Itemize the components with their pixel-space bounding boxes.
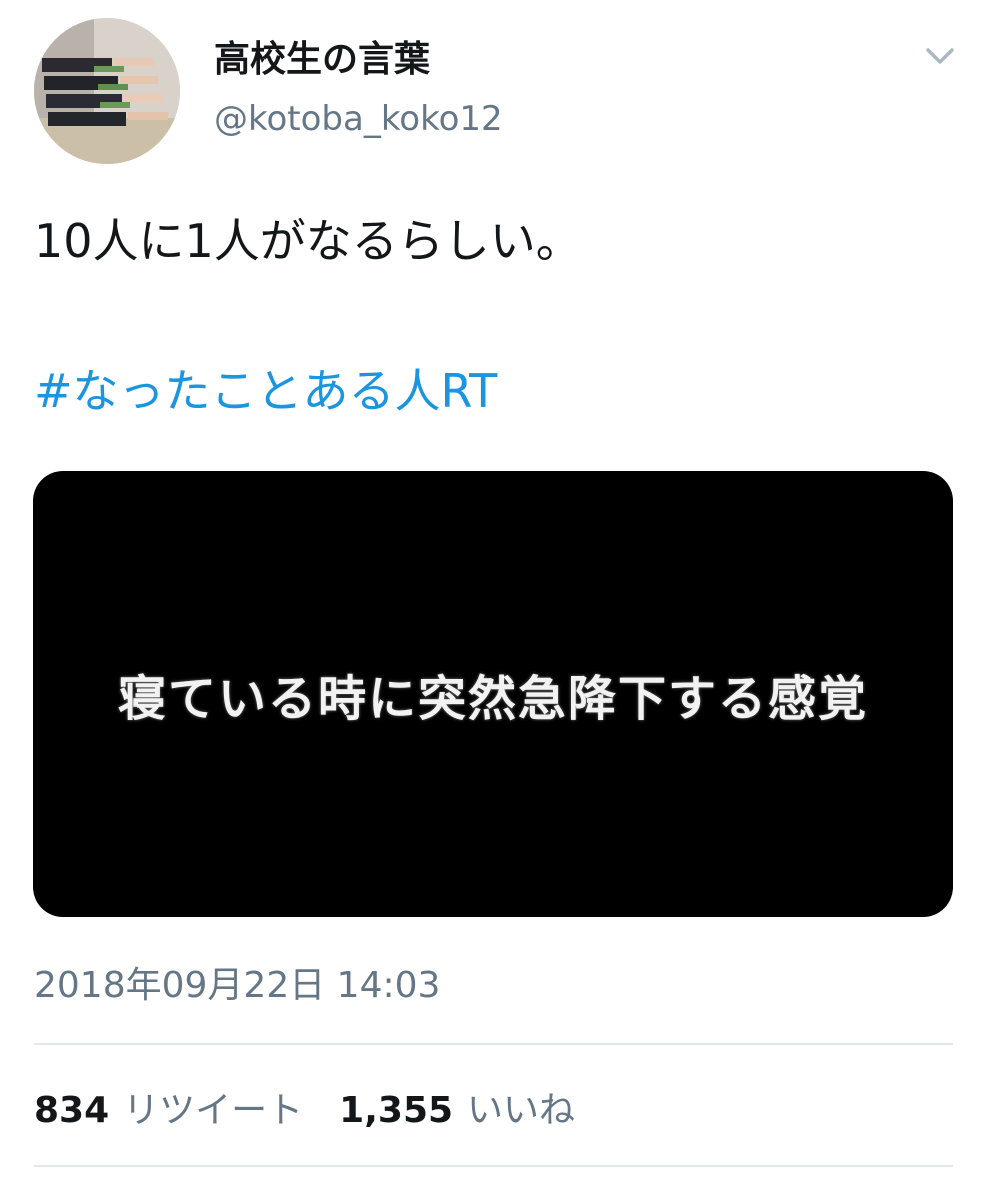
user-handle[interactable]: @kotoba_koko12: [214, 96, 503, 142]
media-caption: 寝ている時に突然急降下する感覚: [117, 671, 868, 727]
profile-photo-icon: [34, 18, 180, 164]
tweet-stats: 834 リツイート 1,355 いいね: [34, 1082, 611, 1132]
tweet-text: 10人に1人がなるらしい。: [34, 214, 582, 268]
chevron-down-icon[interactable]: [922, 38, 958, 74]
tweet-timestamp[interactable]: 2018年09月22日 14:03: [34, 962, 440, 1010]
likes-stat[interactable]: 1,355 いいね: [339, 1081, 575, 1133]
divider: [34, 1043, 953, 1045]
display-name[interactable]: 高校生の言葉: [214, 36, 430, 84]
hashtag-link[interactable]: #なったことある人RT: [34, 358, 497, 424]
divider: [34, 1165, 953, 1167]
retweets-label: リツイート: [123, 1090, 304, 1131]
tweet-detail: 高校生の言葉 @kotoba_koko12 10人に1人がなるらしい。 #なった…: [0, 0, 985, 1200]
likes-count: 1,355: [339, 1090, 454, 1131]
retweets-stat[interactable]: 834 リツイート: [34, 1081, 303, 1133]
avatar[interactable]: [34, 18, 180, 164]
retweets-count: 834: [34, 1090, 110, 1131]
tweet-media-image[interactable]: 寝ている時に突然急降下する感覚: [33, 471, 953, 917]
likes-label: いいね: [467, 1090, 576, 1131]
